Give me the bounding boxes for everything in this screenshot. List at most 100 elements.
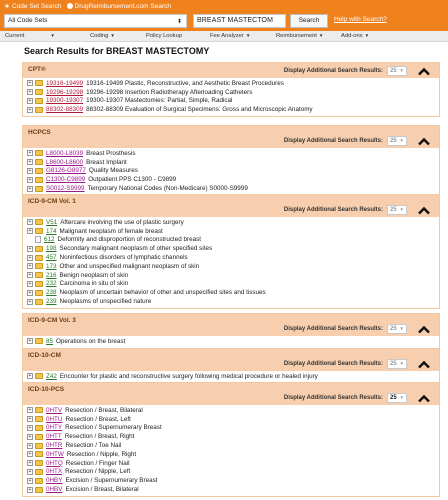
tab-drugreimbursement-search[interactable]: DrugReimbursement.com Search bbox=[66, 3, 171, 10]
code-link[interactable]: 0HTQ bbox=[46, 460, 63, 467]
expand-icon[interactable]: + bbox=[27, 407, 33, 414]
code-description: 19296-19298 Insertion Radiotherapy After… bbox=[86, 88, 253, 96]
list-item: +232 Carcinoma in situ of skin bbox=[27, 280, 435, 289]
code-link[interactable]: L8000-L8039 bbox=[46, 150, 83, 157]
code-link[interactable]: 0HTV bbox=[46, 407, 62, 414]
expand-icon[interactable]: + bbox=[27, 442, 33, 449]
code-link[interactable]: 457 bbox=[46, 254, 57, 261]
collapse-section-button[interactable] bbox=[417, 325, 431, 334]
code-link[interactable]: 19296-19298 bbox=[46, 89, 83, 96]
code-link[interactable]: 0HBV bbox=[46, 486, 62, 493]
radio-selected-icon[interactable] bbox=[4, 3, 10, 9]
expand-icon[interactable]: + bbox=[27, 272, 33, 279]
expand-icon[interactable]: + bbox=[27, 416, 33, 423]
expand-icon[interactable]: + bbox=[27, 80, 33, 87]
code-link[interactable]: 19316-19499 bbox=[46, 80, 83, 87]
expand-icon[interactable]: + bbox=[27, 486, 33, 493]
collapse-section-button[interactable] bbox=[417, 394, 431, 403]
expand-icon[interactable]: + bbox=[27, 185, 33, 192]
menu-policy-lookup[interactable]: Policy Lookup bbox=[146, 33, 182, 39]
chevron-up-icon bbox=[418, 325, 430, 334]
expand-icon[interactable]: + bbox=[27, 245, 33, 252]
collapse-section-button[interactable] bbox=[417, 360, 431, 369]
collapse-section-button[interactable] bbox=[417, 206, 431, 215]
code-link[interactable]: 0HTY bbox=[46, 424, 62, 431]
search-input[interactable]: BREAST MASTECTOM bbox=[193, 14, 286, 28]
code-link[interactable]: 216 bbox=[46, 272, 57, 279]
code-link[interactable]: 0HTU bbox=[46, 416, 62, 423]
tab-code-set-search[interactable]: Code Set Search bbox=[4, 3, 62, 10]
expand-icon[interactable]: + bbox=[27, 106, 33, 113]
expand-icon[interactable]: + bbox=[27, 451, 33, 458]
expand-icon[interactable]: + bbox=[27, 89, 33, 96]
expand-icon[interactable]: + bbox=[27, 263, 33, 270]
results-count-select[interactable]: 25 ▼ bbox=[387, 324, 407, 334]
code-link[interactable]: 0HTX bbox=[46, 468, 62, 475]
menu-coding-label: Coding bbox=[90, 33, 109, 39]
expand-icon[interactable]: + bbox=[27, 176, 33, 183]
code-description: Resection / Nipple, Right bbox=[66, 450, 137, 458]
results-count-select[interactable]: 25 ▼ bbox=[387, 66, 407, 76]
search-button[interactable]: Search bbox=[290, 14, 328, 28]
chevron-down-icon: ▼ bbox=[399, 207, 404, 212]
code-link[interactable]: 0HTR bbox=[46, 442, 62, 449]
menu-reimbursement[interactable]: Reimbursement ▼ bbox=[276, 33, 323, 39]
expand-icon[interactable]: + bbox=[27, 228, 33, 235]
code-link[interactable]: Z42 bbox=[46, 373, 57, 380]
expand-icon[interactable]: + bbox=[27, 373, 33, 380]
code-description: Other and unspecified malignant neoplasm… bbox=[59, 262, 200, 270]
display-additional-label: Display Additional Search Results: bbox=[283, 395, 383, 401]
code-link[interactable]: 0HTT bbox=[46, 433, 62, 440]
results-count-select[interactable]: 25 ▼ bbox=[387, 359, 407, 369]
results-count-select[interactable]: 25 ▼ bbox=[387, 136, 407, 146]
expand-icon[interactable]: + bbox=[27, 338, 33, 345]
code-link[interactable]: L8600-L8600 bbox=[46, 159, 83, 166]
menu-add-ons[interactable]: Add-ons ▼ bbox=[341, 33, 369, 39]
expand-icon[interactable]: + bbox=[27, 254, 33, 261]
code-link[interactable]: S0012-S9999 bbox=[46, 185, 85, 192]
expand-icon[interactable]: + bbox=[27, 468, 33, 475]
expand-icon[interactable]: + bbox=[27, 460, 33, 467]
display-additional-label: Display Additional Search Results: bbox=[283, 207, 383, 213]
menu-coding[interactable]: Coding ▼ bbox=[90, 33, 115, 39]
folder-icon bbox=[35, 424, 43, 431]
code-link[interactable]: V51 bbox=[46, 219, 57, 226]
code-link[interactable]: 198 bbox=[46, 245, 57, 252]
results-count-select[interactable]: 25 ▼ bbox=[387, 205, 407, 215]
folder-icon bbox=[35, 97, 43, 104]
expand-icon[interactable]: + bbox=[27, 150, 33, 157]
code-link[interactable]: 88302-88309 bbox=[46, 106, 83, 113]
code-link[interactable]: 174 bbox=[46, 228, 57, 235]
expand-icon[interactable]: + bbox=[27, 298, 33, 305]
code-link[interactable]: 232 bbox=[46, 280, 57, 287]
expand-icon[interactable]: + bbox=[27, 477, 33, 484]
code-link[interactable]: 238 bbox=[46, 289, 57, 296]
code-link[interactable]: G8126-G8977 bbox=[46, 167, 86, 174]
help-with-search-link[interactable]: Help with Search? bbox=[334, 16, 387, 23]
code-link[interactable]: 0HTW bbox=[46, 451, 64, 458]
expand-icon[interactable]: + bbox=[27, 219, 33, 226]
menu-fee-analyzer[interactable]: Fee Analyzer ▼ bbox=[210, 33, 250, 39]
expand-icon[interactable]: + bbox=[27, 97, 33, 104]
section-header: ICD-10-PCS Display Additional Search Resu… bbox=[23, 383, 439, 405]
menu-current[interactable]: Current ▼ bbox=[5, 33, 55, 39]
collapse-section-button[interactable] bbox=[417, 137, 431, 146]
code-link[interactable]: 612 bbox=[44, 236, 55, 243]
expand-icon[interactable]: + bbox=[27, 159, 33, 166]
expand-icon[interactable]: + bbox=[27, 289, 33, 296]
expand-icon[interactable]: + bbox=[27, 167, 33, 174]
expand-icon[interactable]: + bbox=[27, 433, 33, 440]
code-link[interactable]: 19300-19307 bbox=[46, 97, 83, 104]
code-link[interactable]: 0HBY bbox=[46, 477, 62, 484]
results-count-select[interactable]: 25 ▼ bbox=[387, 393, 407, 403]
expand-icon[interactable]: + bbox=[27, 424, 33, 431]
collapse-section-button[interactable] bbox=[417, 67, 431, 76]
code-set-select[interactable]: All Code Sets ⬍ bbox=[4, 14, 187, 28]
code-description: Quality Measures bbox=[88, 167, 138, 175]
radio-icon[interactable] bbox=[66, 3, 73, 9]
code-link[interactable]: C1300-C9899 bbox=[46, 176, 85, 183]
code-link[interactable]: 173 bbox=[46, 263, 57, 270]
code-link[interactable]: 85 bbox=[46, 338, 53, 345]
code-link[interactable]: 239 bbox=[46, 298, 57, 305]
expand-icon[interactable]: + bbox=[27, 280, 33, 287]
